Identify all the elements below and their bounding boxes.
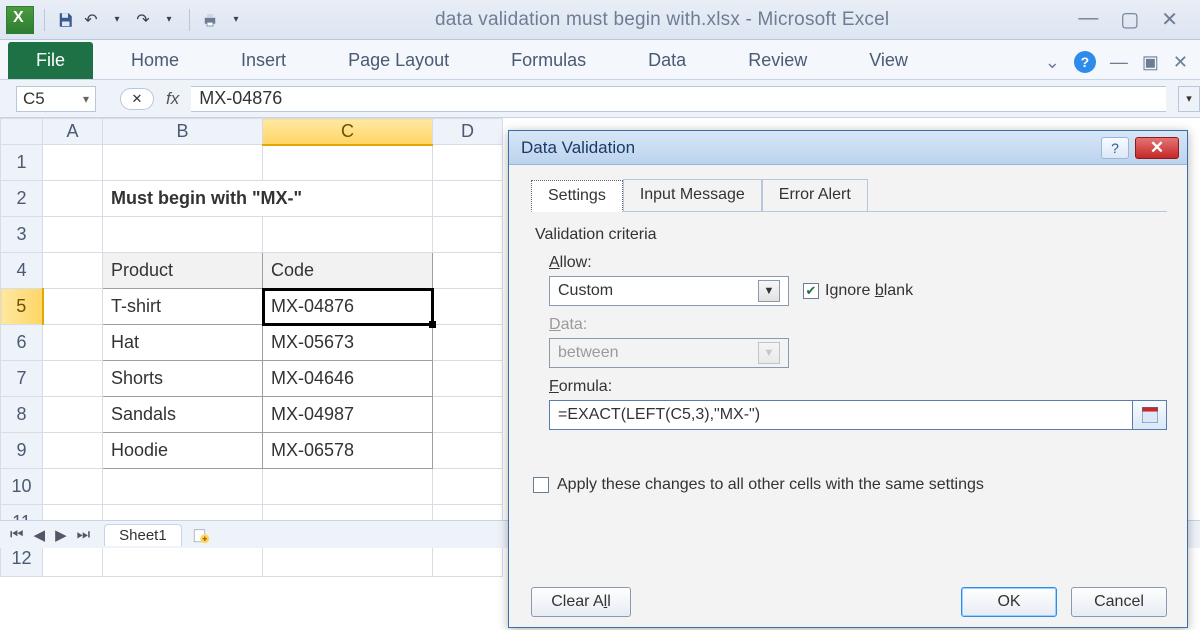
col-header-a[interactable]: A <box>43 119 103 145</box>
row-header[interactable]: 10 <box>1 469 43 505</box>
cell-code[interactable]: MX-06578 <box>263 433 433 469</box>
formula-bar-expand-icon[interactable]: ▾ <box>1178 86 1200 112</box>
tab-settings[interactable]: Settings <box>531 180 623 212</box>
row-header[interactable]: 5 <box>1 289 43 325</box>
col-header-b[interactable]: B <box>103 119 263 145</box>
ignore-blank-checkbox[interactable]: ✔ Ignore blank <box>803 282 913 300</box>
sheet-nav-last-icon[interactable]: ⏭ <box>73 526 95 543</box>
checkbox-checked-icon: ✔ <box>803 283 819 299</box>
data-validation-dialog: Data Validation ? ✕ Settings Input Messa… <box>508 130 1188 628</box>
chevron-down-icon[interactable]: ▼ <box>758 280 780 302</box>
formula-input[interactable]: =EXACT(LEFT(C5,3),"MX-") <box>549 400 1133 430</box>
print-icon[interactable] <box>200 10 220 30</box>
tab-home[interactable]: Home <box>115 42 195 79</box>
tab-data[interactable]: Data <box>632 42 702 79</box>
dialog-tabstrip: Settings Input Message Error Alert <box>531 179 1167 212</box>
wb-restore-icon[interactable]: ▣ <box>1142 52 1159 73</box>
criteria-label: Validation criteria <box>535 226 1167 244</box>
name-box[interactable]: C5 ▾ <box>16 86 96 112</box>
header-code[interactable]: Code <box>263 253 433 289</box>
cancel-button[interactable]: Cancel <box>1071 587 1167 617</box>
col-header-d[interactable]: D <box>433 119 503 145</box>
window-title: data validation must begin with.xlsx - M… <box>246 9 1078 31</box>
undo-dropdown-icon[interactable]: ▾ <box>107 10 127 30</box>
row-header[interactable]: 1 <box>1 145 43 181</box>
chevron-down-icon: ▼ <box>758 342 780 364</box>
name-box-dropdown-icon[interactable]: ▾ <box>83 92 89 106</box>
data-combo: between ▼ <box>549 338 789 368</box>
cell-code[interactable]: MX-04987 <box>263 397 433 433</box>
tab-review[interactable]: Review <box>732 42 823 79</box>
fx-cancel-icon[interactable]: ✕ <box>120 88 154 110</box>
undo-icon[interactable]: ↶ <box>81 10 101 30</box>
data-label: Data: <box>549 316 1167 334</box>
wb-minimize-icon[interactable]: — <box>1110 52 1128 73</box>
clear-all-button[interactable]: Clear All <box>531 587 631 617</box>
redo-dropdown-icon[interactable]: ▾ <box>159 10 179 30</box>
dialog-close-icon[interactable]: ✕ <box>1135 137 1179 159</box>
maximize-icon[interactable]: ▢ <box>1120 7 1139 32</box>
cell-code[interactable]: MX-05673 <box>263 325 433 361</box>
formula-bar: C5 ▾ ✕ fx MX-04876 ▾ <box>0 80 1200 118</box>
ok-button[interactable]: OK <box>961 587 1057 617</box>
new-sheet-icon[interactable] <box>192 526 210 544</box>
name-box-value: C5 <box>23 89 45 109</box>
redo-icon[interactable]: ↷ <box>133 10 153 30</box>
data-value: between <box>558 344 619 362</box>
header-product[interactable]: Product <box>103 253 263 289</box>
tab-formulas[interactable]: Formulas <box>495 42 602 79</box>
wb-close-icon[interactable]: ✕ <box>1173 52 1188 73</box>
sheet-nav-next-icon[interactable]: ▶ <box>51 526 71 544</box>
cell-code[interactable]: MX-04646 <box>263 361 433 397</box>
allow-combo[interactable]: Custom ▼ <box>549 276 789 306</box>
ribbon-minimize-icon[interactable]: ⌄ <box>1045 52 1060 73</box>
dialog-title-bar[interactable]: Data Validation ? ✕ <box>509 131 1187 165</box>
row-header[interactable]: 2 <box>1 181 43 217</box>
formula-label: Formula: <box>549 378 1167 396</box>
active-cell[interactable]: MX-04876 <box>263 289 433 325</box>
checkbox-unchecked-icon[interactable]: ✔ <box>533 477 549 493</box>
cell-product[interactable]: Hoodie <box>103 433 263 469</box>
tab-view[interactable]: View <box>853 42 924 79</box>
sheet-tab[interactable]: Sheet1 <box>104 524 182 546</box>
tab-page-layout[interactable]: Page Layout <box>332 42 465 79</box>
row-header[interactable]: 4 <box>1 253 43 289</box>
row-header[interactable]: 6 <box>1 325 43 361</box>
cell-product[interactable]: Sandals <box>103 397 263 433</box>
sheet-nav-prev-icon[interactable]: ◀ <box>30 526 50 544</box>
cell-product[interactable]: Shorts <box>103 361 263 397</box>
file-tab[interactable]: File <box>8 42 93 79</box>
fx-label[interactable]: fx <box>166 89 179 109</box>
sheet-nav-first-icon[interactable]: ⏮ <box>6 526 28 543</box>
cell-product[interactable]: Hat <box>103 325 263 361</box>
minimize-icon[interactable]: — <box>1078 7 1098 32</box>
dialog-title: Data Validation <box>521 138 635 158</box>
allow-label: Allow: <box>549 254 1167 272</box>
row-header[interactable]: 7 <box>1 361 43 397</box>
allow-value: Custom <box>558 282 613 300</box>
save-icon[interactable] <box>55 10 75 30</box>
dialog-help-icon[interactable]: ? <box>1101 137 1129 159</box>
tab-error-alert[interactable]: Error Alert <box>762 179 868 211</box>
title-cell: Must begin with "MX-" <box>103 181 433 217</box>
range-selector-icon[interactable] <box>1133 400 1167 430</box>
ribbon: File Home Insert Page Layout Formulas Da… <box>0 40 1200 80</box>
qat-customize-icon[interactable]: ▾ <box>226 10 246 30</box>
cell-product[interactable]: T-shirt <box>103 289 263 325</box>
row-header[interactable]: 9 <box>1 433 43 469</box>
title-bar: ↶ ▾ ↷ ▾ ▾ data validation must begin wit… <box>0 0 1200 40</box>
help-icon[interactable]: ? <box>1074 51 1096 73</box>
formula-input[interactable]: MX-04876 <box>191 86 1166 112</box>
excel-logo-icon <box>6 6 34 34</box>
tab-input-message[interactable]: Input Message <box>623 179 762 211</box>
col-header-c[interactable]: C <box>263 119 433 145</box>
tab-insert[interactable]: Insert <box>225 42 302 79</box>
apply-all-label: Apply these changes to all other cells w… <box>557 476 984 494</box>
row-header[interactable]: 3 <box>1 217 43 253</box>
close-icon[interactable]: ✕ <box>1161 7 1178 32</box>
row-header[interactable]: 8 <box>1 397 43 433</box>
select-all-corner[interactable] <box>1 119 43 145</box>
